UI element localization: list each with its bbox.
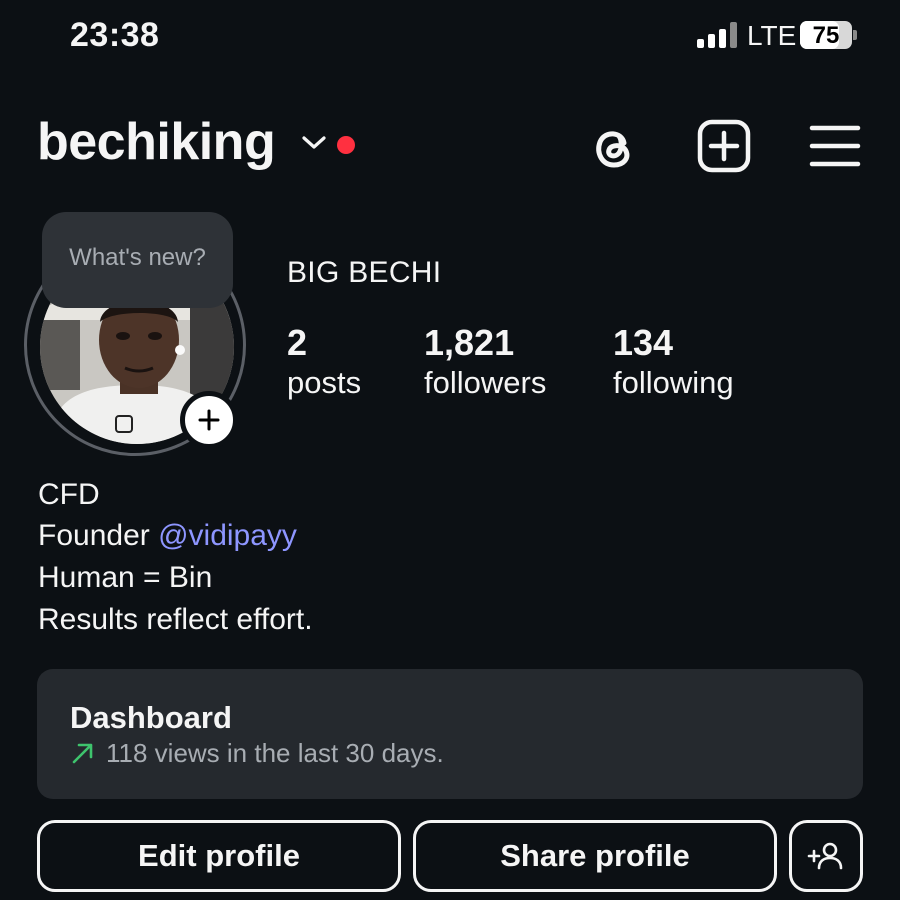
bio-line: Human = Bin (38, 561, 213, 594)
create-post-icon[interactable] (696, 118, 752, 174)
battery-level: 75 (812, 22, 840, 49)
battery-nub (853, 30, 857, 40)
share-profile-button[interactable]: Share profile (413, 820, 777, 892)
followers-count[interactable]: 1,821 (424, 322, 514, 364)
posts-label[interactable]: posts (287, 365, 361, 401)
posts-count[interactable]: 2 (287, 322, 307, 364)
chevron-down-icon[interactable] (300, 133, 328, 153)
bio-line: Results reflect effort. (38, 603, 313, 636)
trending-up-arrow-icon (70, 740, 96, 766)
status-time: 23:38 (70, 16, 160, 54)
discover-people-button[interactable] (789, 820, 863, 892)
followers-label[interactable]: followers (424, 365, 546, 401)
following-label[interactable]: following (613, 365, 734, 401)
whats-new-text[interactable]: What's new? (42, 244, 233, 272)
username-switcher[interactable]: bechiking (37, 112, 276, 172)
bio-text: Founder (38, 519, 159, 552)
notification-dot (337, 136, 355, 154)
display-name: BIG BECHI (287, 256, 442, 289)
bio-line: Founder @vidipayy (38, 519, 297, 553)
add-person-icon (807, 842, 843, 870)
bio-line: CFD (38, 478, 100, 511)
plus-icon (198, 409, 220, 431)
dashboard-views[interactable]: 118 views in the last 30 days. (106, 738, 444, 769)
network-type: LTE (747, 20, 797, 51)
menu-icon[interactable] (807, 118, 863, 174)
threads-icon[interactable] (585, 118, 641, 174)
battery-icon: 75 (800, 21, 852, 49)
add-story-button[interactable] (180, 391, 238, 449)
dashboard-title[interactable]: Dashboard (70, 700, 232, 736)
mention-link[interactable]: @vidipayy (158, 519, 297, 552)
edit-profile-button[interactable]: Edit profile (37, 820, 401, 892)
following-count[interactable]: 134 (613, 322, 673, 364)
cellular-signal-icon (697, 22, 739, 48)
